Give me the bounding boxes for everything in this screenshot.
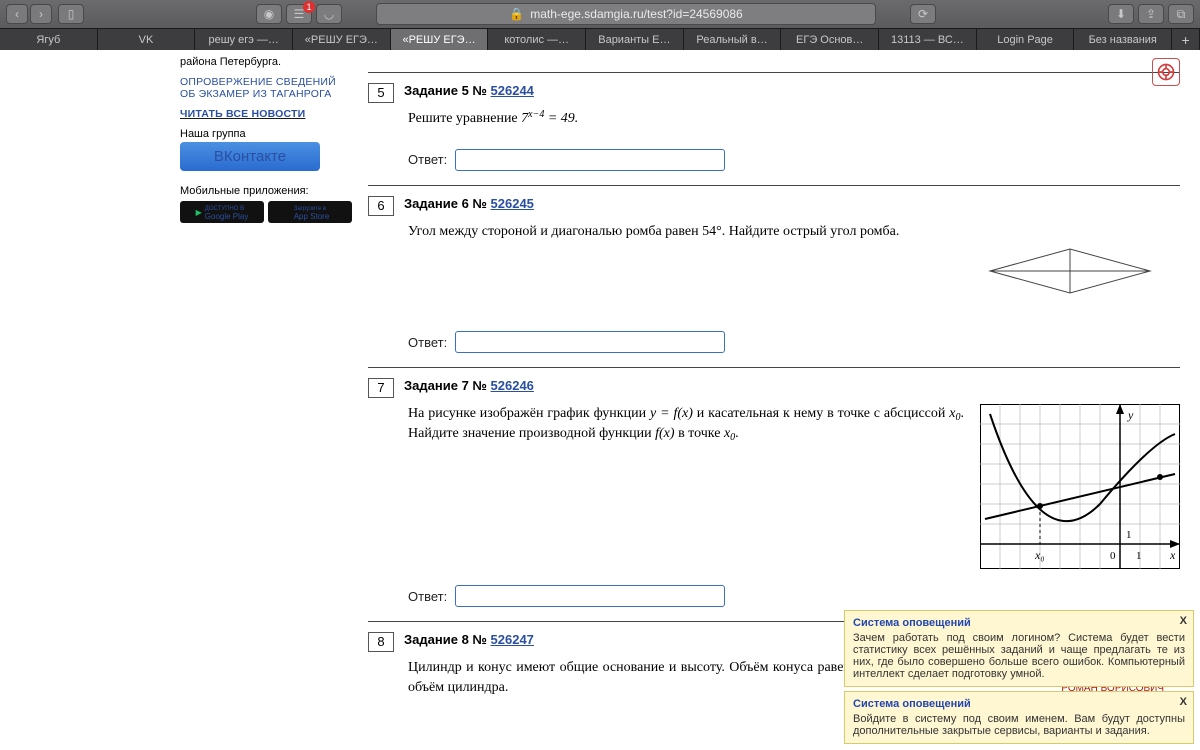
sidebar-text: района Петербурга. [180,56,352,68]
task-title: Задание 5 № 526244 [404,83,534,98]
notification: X Система оповещений Зачем работать под … [844,610,1194,687]
task-number-box: 5 [368,83,394,103]
help-button[interactable] [1152,58,1180,86]
task-link[interactable]: 526245 [491,196,534,211]
answer-input-7[interactable] [455,585,725,607]
task-5: 5 Задание 5 № 526244 Решите уравнение 7x… [368,54,1180,185]
svg-text:1: 1 [1136,550,1142,562]
task-number-box: 6 [368,196,394,216]
sidebar-link-refute[interactable]: ОПРОВЕРЖЕНИЕ СВЕДЕНИЙОБ ЭКЗАМЕР ИЗ ТАГАН… [180,76,336,100]
task-title: Задание 8 № 526247 [404,632,534,647]
browser-tab[interactable]: «РЕШУ ЕГЭ… [391,29,489,50]
task-link[interactable]: 526247 [491,632,534,647]
svg-text:x: x [1169,548,1176,562]
address-text: math-ege.sdamgia.ru/test?id=24569086 [530,7,742,21]
task-link[interactable]: 526246 [491,378,534,393]
answer-label: Ответ: [408,589,447,604]
task-title: Задание 7 № 526246 [404,378,534,393]
svg-text:1: 1 [1126,529,1132,541]
notification-title: Система оповещений [853,617,1185,629]
address-bar[interactable]: 🔒 math-ege.sdamgia.ru/test?id=24569086 [376,3,876,25]
notification: X Система оповещений Войдите в систему п… [844,691,1194,744]
tab-strip: ЯгубVKрешу егэ —…«РЕШУ ЕГЭ…«РЕШУ ЕГЭ…кот… [0,28,1200,50]
notification-stack: X Система оповещений Зачем работать под … [844,606,1194,744]
close-icon[interactable]: X [1180,615,1187,627]
sidebar-link-readall[interactable]: ЧИТАТЬ ВСЕ НОВОСТИ [180,108,305,120]
browser-tab[interactable]: Реальный в… [684,29,782,50]
browser-tab[interactable]: Ягуб [0,29,98,50]
browser-tab[interactable]: VK [98,29,196,50]
browser-tab[interactable]: ЕГЭ Основ… [781,29,879,50]
notification-title: Система оповещений [853,698,1185,710]
task-link[interactable]: 526244 [491,83,534,98]
vk-button[interactable]: ВКонтакте [180,142,320,171]
browser-toolbar: ‹ › ▯ ◉ ☰ ◡ 🔒 math-ege.sdamgia.ru/test?i… [0,0,1200,28]
browser-tab[interactable]: «РЕШУ ЕГЭ… [293,29,391,50]
svg-text:x₀: x₀ [1034,548,1045,562]
extension-icon[interactable]: ☰ [286,4,312,24]
browser-tab[interactable]: Login Page [977,29,1075,50]
sidebar-toggle-button[interactable]: ▯ [58,4,84,24]
answer-label: Ответ: [408,152,447,167]
task-text: Угол между стороной и диагональю ромба р… [408,222,1180,242]
new-tab-button[interactable]: + [1172,29,1200,50]
task-title: Задание 6 № 526245 [404,196,534,211]
notification-body: Зачем работать под своим логином? Систем… [853,632,1185,680]
browser-tab[interactable]: 13113 — ВС… [879,29,977,50]
answer-input-5[interactable] [455,149,725,171]
rhombus-figure [980,241,1160,301]
svg-text:y: y [1127,408,1134,422]
tabs-button[interactable]: ⧉ [1168,4,1194,24]
svg-text:0: 0 [1110,550,1116,562]
reload-button[interactable]: ⟳ [910,4,936,24]
task-7: 7 Задание 7 № 526246 На рисунке изображё… [368,367,1180,621]
task-number-box: 8 [368,632,394,652]
shield-icon[interactable]: ◡ [316,4,342,24]
browser-tab[interactable]: котолис —… [488,29,586,50]
downloads-button[interactable]: ⬇ [1108,4,1134,24]
google-play-button[interactable]: ▶ДОСТУПНО ВGoogle Play [180,201,264,223]
graph-figure: x₀ 0 1 x y 1 [980,404,1180,569]
task-text: На рисунке изображён график функции y = … [408,404,964,569]
notification-body: Войдите в систему под своим именем. Вам … [853,713,1185,737]
close-icon[interactable]: X [1180,696,1187,708]
browser-tab[interactable]: Варианты Е… [586,29,684,50]
answer-input-6[interactable] [455,331,725,353]
task-body: Решите уравнение 7x−4 = 49. [408,109,1180,129]
app-store-button[interactable]: Загрузите вApp Store [268,201,352,223]
answer-label: Ответ: [408,335,447,350]
sidebar-group-label: Наша группа [180,128,246,140]
share-button[interactable]: ⇪ [1138,4,1164,24]
lock-icon: 🔒 [509,7,524,21]
adblock-icon[interactable]: ◉ [256,4,282,24]
forward-button[interactable]: › [30,4,52,24]
browser-tab[interactable]: Без названия [1074,29,1172,50]
task-number-box: 7 [368,378,394,398]
back-button[interactable]: ‹ [6,4,28,24]
task-6: 6 Задание 6 № 526245 Угол между стороной… [368,185,1180,368]
sidebar-apps-label: Мобильные приложения: [180,185,309,197]
browser-tab[interactable]: решу егэ —… [195,29,293,50]
sidebar: района Петербурга. ОПРОВЕРЖЕНИЕ СВЕДЕНИЙ… [180,50,360,750]
